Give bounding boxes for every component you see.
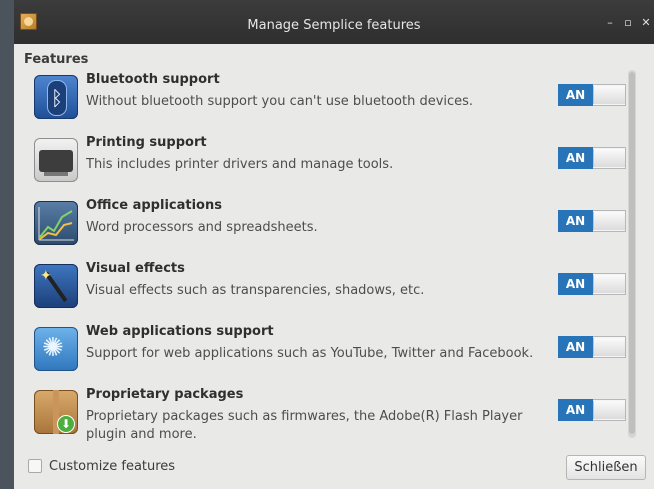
feature-toggle[interactable]: AN (558, 84, 626, 106)
toggle-knob[interactable] (593, 338, 625, 356)
web-icon: ✺ (34, 327, 78, 371)
feature-row-proprietary: ⬇ Proprietary packages Proprietary packa… (28, 382, 628, 452)
customize-label[interactable]: Customize features (49, 459, 175, 474)
printer-body (39, 150, 73, 172)
toggle-knob[interactable] (593, 86, 625, 104)
bluetooth-symbol: ᛒ (47, 80, 67, 116)
feature-toggle[interactable]: AN (558, 273, 626, 295)
sparkle-icon: ✦ (40, 268, 52, 284)
toggle-on-label: AN (558, 336, 593, 358)
close-window-button[interactable]: ✕ (640, 17, 652, 29)
dialog-window: Manage Semplice features – ▫ ✕ Features … (14, 0, 654, 489)
feature-description: Word processors and spreadsheets. (86, 220, 318, 235)
toggle-knob[interactable] (593, 275, 625, 293)
toggle-knob[interactable] (593, 149, 625, 167)
network-burst-icon: ✺ (42, 333, 64, 363)
feature-toggle[interactable]: AN (558, 147, 626, 169)
feature-title: Bluetooth support (86, 72, 220, 87)
chart-icon (34, 201, 78, 245)
titlebar: Manage Semplice features – ▫ ✕ (14, 0, 654, 44)
feature-toggle[interactable]: AN (558, 399, 626, 421)
feature-description: Support for web applications such as You… (86, 346, 534, 361)
feature-title: Visual effects (86, 261, 185, 276)
minimize-button[interactable]: – (604, 17, 616, 29)
bluetooth-icon: ᛒ (34, 75, 78, 119)
customize-checkbox[interactable] (28, 459, 42, 473)
close-button[interactable]: Schließen (566, 455, 646, 480)
section-title: Features (24, 52, 89, 67)
download-arrow-icon: ⬇ (58, 416, 74, 432)
printer-icon (34, 138, 78, 182)
feature-row-visual: ✦ Visual effects Visual effects such as … (28, 256, 628, 318)
scrollbar[interactable] (628, 70, 636, 438)
feature-row-printing: Printing support This includes printer d… (28, 130, 628, 192)
toggle-knob[interactable] (593, 401, 625, 419)
feature-description: Without bluetooth support you can't use … (86, 94, 474, 109)
feature-description: Proprietary packages such as firmwares, … (86, 409, 523, 442)
toggle-on-label: AN (558, 399, 593, 421)
feature-toggle[interactable]: AN (558, 210, 626, 232)
feature-list: ᛒ Bluetooth support Without bluetooth su… (28, 67, 638, 447)
feature-toggle[interactable]: AN (558, 336, 626, 358)
toggle-knob[interactable] (593, 212, 625, 230)
maximize-button[interactable]: ▫ (622, 17, 634, 29)
feature-row-bluetooth: ᛒ Bluetooth support Without bluetooth su… (28, 67, 628, 129)
magic-wand-icon: ✦ (34, 264, 78, 308)
feature-title: Printing support (86, 135, 207, 150)
feature-row-web: ✺ Web applications support Support for w… (28, 319, 628, 381)
toggle-on-label: AN (558, 147, 593, 169)
window-title: Manage Semplice features (247, 18, 421, 33)
feature-title: Web applications support (86, 324, 274, 339)
feature-title: Proprietary packages (86, 387, 244, 402)
toggle-on-label: AN (558, 273, 593, 295)
scrollbar-thumb[interactable] (629, 72, 635, 434)
desktop-edge (0, 0, 14, 489)
feature-description: Visual effects such as transparencies, s… (86, 283, 425, 298)
toggle-on-label: AN (558, 210, 593, 232)
feature-description: This includes printer drivers and manage… (86, 157, 394, 172)
chart-lines (38, 207, 74, 241)
toggle-on-label: AN (558, 84, 593, 106)
printer-slot (44, 172, 68, 176)
feature-title: Office applications (86, 198, 222, 213)
package-icon: ⬇ (34, 390, 78, 434)
feature-row-office: Office applications Word processors and … (28, 193, 628, 255)
